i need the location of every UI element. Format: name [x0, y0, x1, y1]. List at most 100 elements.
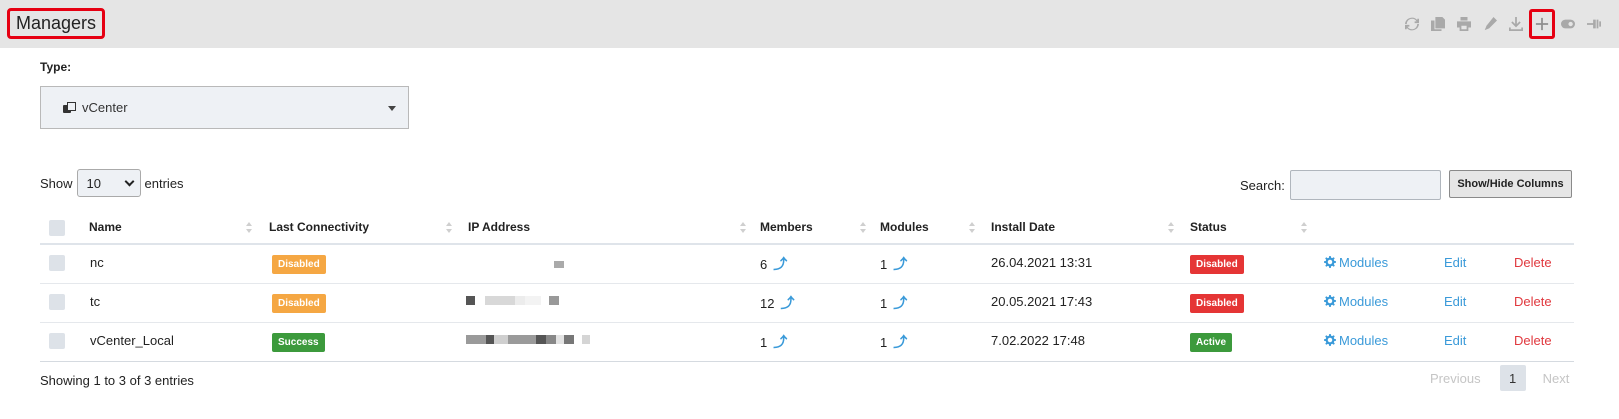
cell-ip-address [466, 281, 559, 319]
search-input[interactable] [1290, 170, 1441, 200]
cell-last-connectivity: Success [272, 323, 325, 361]
edit-link[interactable]: Edit [1444, 282, 1466, 320]
gear-icon [1324, 334, 1336, 346]
download-icon [1509, 17, 1523, 31]
cell-name: vCenter_Local [90, 332, 174, 348]
edit-button[interactable] [1477, 11, 1503, 37]
status-badge: Active [1190, 332, 1233, 352]
column-header-name[interactable]: Name [89, 211, 122, 243]
page-title: Managers [7, 8, 106, 39]
status-badge: Disabled [1190, 293, 1244, 313]
cell-last-connectivity: Disabled [272, 245, 326, 283]
print-button[interactable] [1451, 11, 1477, 37]
add-button[interactable] [1529, 9, 1555, 39]
connectivity-badge: Disabled [272, 293, 326, 313]
modules-arrow-icon[interactable]: ⤴ [893, 332, 907, 352]
modules-link-label: Modules [1339, 293, 1389, 309]
caret-down-icon [388, 106, 396, 111]
previous-page-button[interactable]: Previous [1430, 371, 1481, 386]
modules-link[interactable]: Modules [1324, 243, 1388, 281]
members-count: 6 [760, 256, 768, 272]
cell-members: 12 ⤴ [760, 284, 794, 322]
modules-count: 1 [880, 334, 888, 350]
copy-button[interactable] [1425, 11, 1451, 37]
sort-icon [446, 222, 453, 234]
cell-name: nc [90, 254, 104, 270]
members-count: 12 [760, 295, 775, 311]
type-select-value: vCenter [82, 100, 128, 115]
managers-table: Name Last Connectivity IP Address Member… [40, 211, 1574, 362]
plus-icon [1535, 17, 1549, 31]
column-header-last-connectivity[interactable]: Last Connectivity [269, 211, 369, 243]
column-header-modules[interactable]: Modules [880, 211, 929, 243]
edit-link-label: Edit [1444, 293, 1467, 309]
show-hide-columns-button[interactable]: Show/Hide Columns [1449, 170, 1572, 198]
modules-arrow-icon[interactable]: ⤴ [893, 293, 907, 313]
modules-arrow-icon[interactable]: ⤴ [893, 254, 907, 274]
delete-link[interactable]: Delete [1514, 321, 1552, 359]
modules-count: 1 [880, 295, 888, 311]
toggle-icon [1561, 19, 1575, 29]
column-header-ip-address[interactable]: IP Address [468, 211, 530, 243]
modules-link[interactable]: Modules [1324, 321, 1388, 359]
column-header-status[interactable]: Status [1190, 211, 1227, 243]
modules-count: 1 [880, 256, 888, 272]
members-arrow-icon[interactable]: ⤴ [773, 254, 787, 274]
sort-icon [1301, 222, 1308, 234]
show-label: Show [40, 175, 73, 191]
row-checkbox[interactable] [49, 333, 65, 349]
page-1-button[interactable]: 1 [1499, 365, 1526, 391]
select-all-checkbox[interactable] [49, 220, 65, 236]
sort-icon [246, 222, 253, 234]
column-header-install-date[interactable]: Install Date [991, 211, 1055, 243]
pin-button[interactable] [1581, 11, 1607, 37]
copy-icon [1431, 17, 1445, 31]
next-page-button[interactable]: Next [1543, 371, 1570, 386]
refresh-button[interactable] [1399, 11, 1425, 37]
cell-last-connectivity: Disabled [272, 284, 326, 322]
entries-select-value: 10 [86, 175, 101, 191]
edit-link[interactable]: Edit [1444, 321, 1466, 359]
table-row: vCenter_Local Success 1 ⤴ 1 ⤴ 7.02.2022 … [40, 323, 1574, 362]
cell-install-date: 20.05.2021 17:43 [991, 293, 1093, 309]
sort-icon [1168, 222, 1175, 234]
redacted-ip [466, 295, 475, 305]
row-checkbox[interactable] [49, 255, 65, 271]
sort-icon [740, 222, 747, 234]
pin-icon [1587, 19, 1601, 29]
cell-install-date: 7.02.2022 17:48 [991, 332, 1085, 348]
cell-status: Disabled [1190, 284, 1244, 322]
connectivity-badge: Disabled [272, 254, 326, 274]
delete-link[interactable]: Delete [1514, 243, 1552, 281]
page-header: Managers [0, 0, 1619, 48]
cell-modules: 1 ⤴ [880, 245, 907, 283]
entries-label: entries [144, 175, 184, 191]
cell-modules: 1 ⤴ [880, 323, 907, 361]
type-select[interactable]: vCenter [40, 86, 409, 129]
members-arrow-icon[interactable]: ⤴ [780, 293, 794, 313]
delete-link[interactable]: Delete [1514, 282, 1552, 320]
sort-icon [969, 222, 976, 234]
entries-select[interactable]: 10 [76, 169, 141, 197]
column-header-members[interactable]: Members [760, 211, 813, 243]
toggle-button[interactable] [1555, 11, 1581, 37]
edit-link-label: Edit [1444, 254, 1467, 270]
length-control: Show 10 entries [40, 169, 184, 197]
vcenter-icon [63, 101, 76, 114]
modules-link-label: Modules [1339, 254, 1389, 270]
delete-link-label: Delete [1514, 293, 1552, 309]
type-label: Type: [40, 60, 72, 74]
cell-members: 6 ⤴ [760, 245, 787, 283]
redacted-ip [554, 260, 564, 268]
download-button[interactable] [1503, 11, 1529, 37]
row-checkbox[interactable] [49, 294, 65, 310]
gear-icon [1324, 295, 1336, 307]
members-arrow-icon[interactable]: ⤴ [773, 332, 787, 352]
edit-link[interactable]: Edit [1444, 243, 1466, 281]
members-count: 1 [760, 334, 768, 350]
cell-status: Disabled [1190, 245, 1244, 283]
chevron-down-icon [124, 176, 134, 186]
cell-members: 1 ⤴ [760, 323, 787, 361]
modules-link[interactable]: Modules [1324, 282, 1388, 320]
delete-link-label: Delete [1514, 254, 1552, 270]
